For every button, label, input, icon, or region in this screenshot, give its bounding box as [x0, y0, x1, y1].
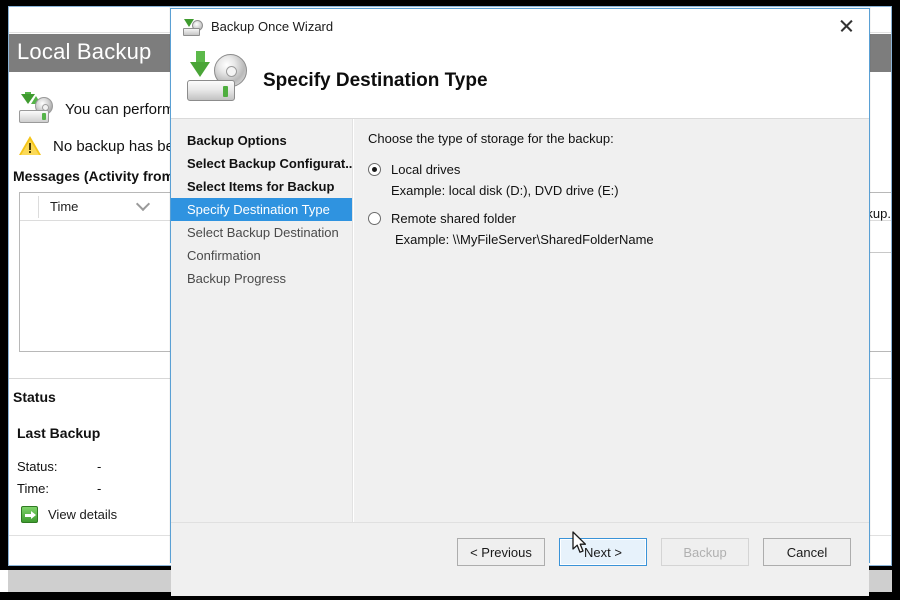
nav-step-confirmation[interactable]: Confirmation: [171, 244, 352, 267]
nav-step-select-backup-destination[interactable]: Select Backup Destination: [171, 221, 352, 244]
local-drives-example: Example: local disk (D:), DVD drive (E:): [391, 183, 619, 198]
cancel-button[interactable]: Cancel: [763, 538, 851, 566]
previous-button[interactable]: < Previous: [457, 538, 545, 566]
radio-remote-shared-folder-label: Remote shared folder: [391, 211, 517, 226]
arrow-right-icon: [21, 506, 38, 523]
option-local-drives: Local drives Example: local disk (D:), D…: [368, 162, 869, 198]
destination-disk-icon: [185, 49, 249, 107]
screen: Local Backup You can perform No backup h…: [0, 0, 900, 600]
option-remote-shared-folder: Remote shared folder Example: \\MyFileSe…: [368, 211, 869, 247]
status-section-title: Status: [13, 389, 56, 405]
wizard-titlebar[interactable]: Backup Once Wizard: [171, 9, 869, 45]
radio-local-drives-indicator[interactable]: [368, 163, 381, 176]
local-backup-header-title: Local Backup: [17, 39, 152, 64]
time-label: Time:: [17, 481, 50, 496]
storage-type-prompt: Choose the type of storage for the backu…: [368, 131, 614, 146]
page-title: Specify Destination Type: [263, 70, 488, 91]
view-details-label: View details: [48, 507, 118, 522]
status-value: -: [97, 459, 102, 474]
status-label: Status:: [17, 459, 58, 474]
nav-step-specify-destination-type[interactable]: Specify Destination Type: [171, 198, 352, 221]
wizard-title-disk-icon: [183, 19, 203, 36]
column-separator: [38, 196, 39, 218]
radio-remote-shared-folder[interactable]: Remote shared folder: [368, 211, 869, 226]
wizard-banner: Specify Destination Type: [171, 45, 869, 119]
wizard-step-nav: Backup Options Select Backup Configurat.…: [171, 119, 356, 522]
nav-step-backup-progress[interactable]: Backup Progress: [171, 267, 352, 290]
wizard-button-row: < Previous Next > Backup Cancel: [457, 538, 851, 566]
close-icon[interactable]: [823, 9, 869, 43]
view-details-link[interactable]: View details: [21, 506, 117, 523]
radio-local-drives[interactable]: Local drives: [368, 162, 869, 177]
nav-step-select-backup-configuration[interactable]: Select Backup Configurat...: [171, 152, 356, 175]
remote-shared-folder-example: Example: \\MyFileServer\SharedFolderName: [395, 232, 654, 247]
backup-disk-icon: [19, 92, 53, 124]
nav-step-backup-options[interactable]: Backup Options: [171, 129, 352, 152]
chevron-down-icon[interactable]: [138, 199, 151, 207]
last-backup-title: Last Backup: [17, 425, 101, 441]
no-backup-warning-row: No backup has been: [19, 136, 191, 156]
warning-icon: [19, 136, 41, 156]
next-button[interactable]: Next >: [559, 538, 647, 566]
radio-local-drives-label: Local drives: [391, 162, 461, 177]
column-header-time[interactable]: Time: [50, 199, 78, 214]
nav-step-select-items-for-backup[interactable]: Select Items for Backup: [171, 175, 352, 198]
wizard-footer: < Previous Next > Backup Cancel: [171, 522, 869, 596]
perform-backup-text: You can perform: [65, 100, 175, 118]
wizard-content-pane: Choose the type of storage for the backu…: [353, 119, 869, 522]
radio-remote-shared-folder-indicator[interactable]: [368, 212, 381, 225]
wizard-title-text: Backup Once Wizard: [211, 19, 334, 34]
perform-backup-row: You can perform: [19, 92, 175, 124]
backup-button[interactable]: Backup: [661, 538, 749, 566]
wizard-main: Backup Options Select Backup Configurat.…: [171, 119, 869, 522]
time-value: -: [97, 481, 102, 496]
backup-once-wizard-dialog: Backup Once Wizard Specify Destination T…: [170, 8, 870, 596]
